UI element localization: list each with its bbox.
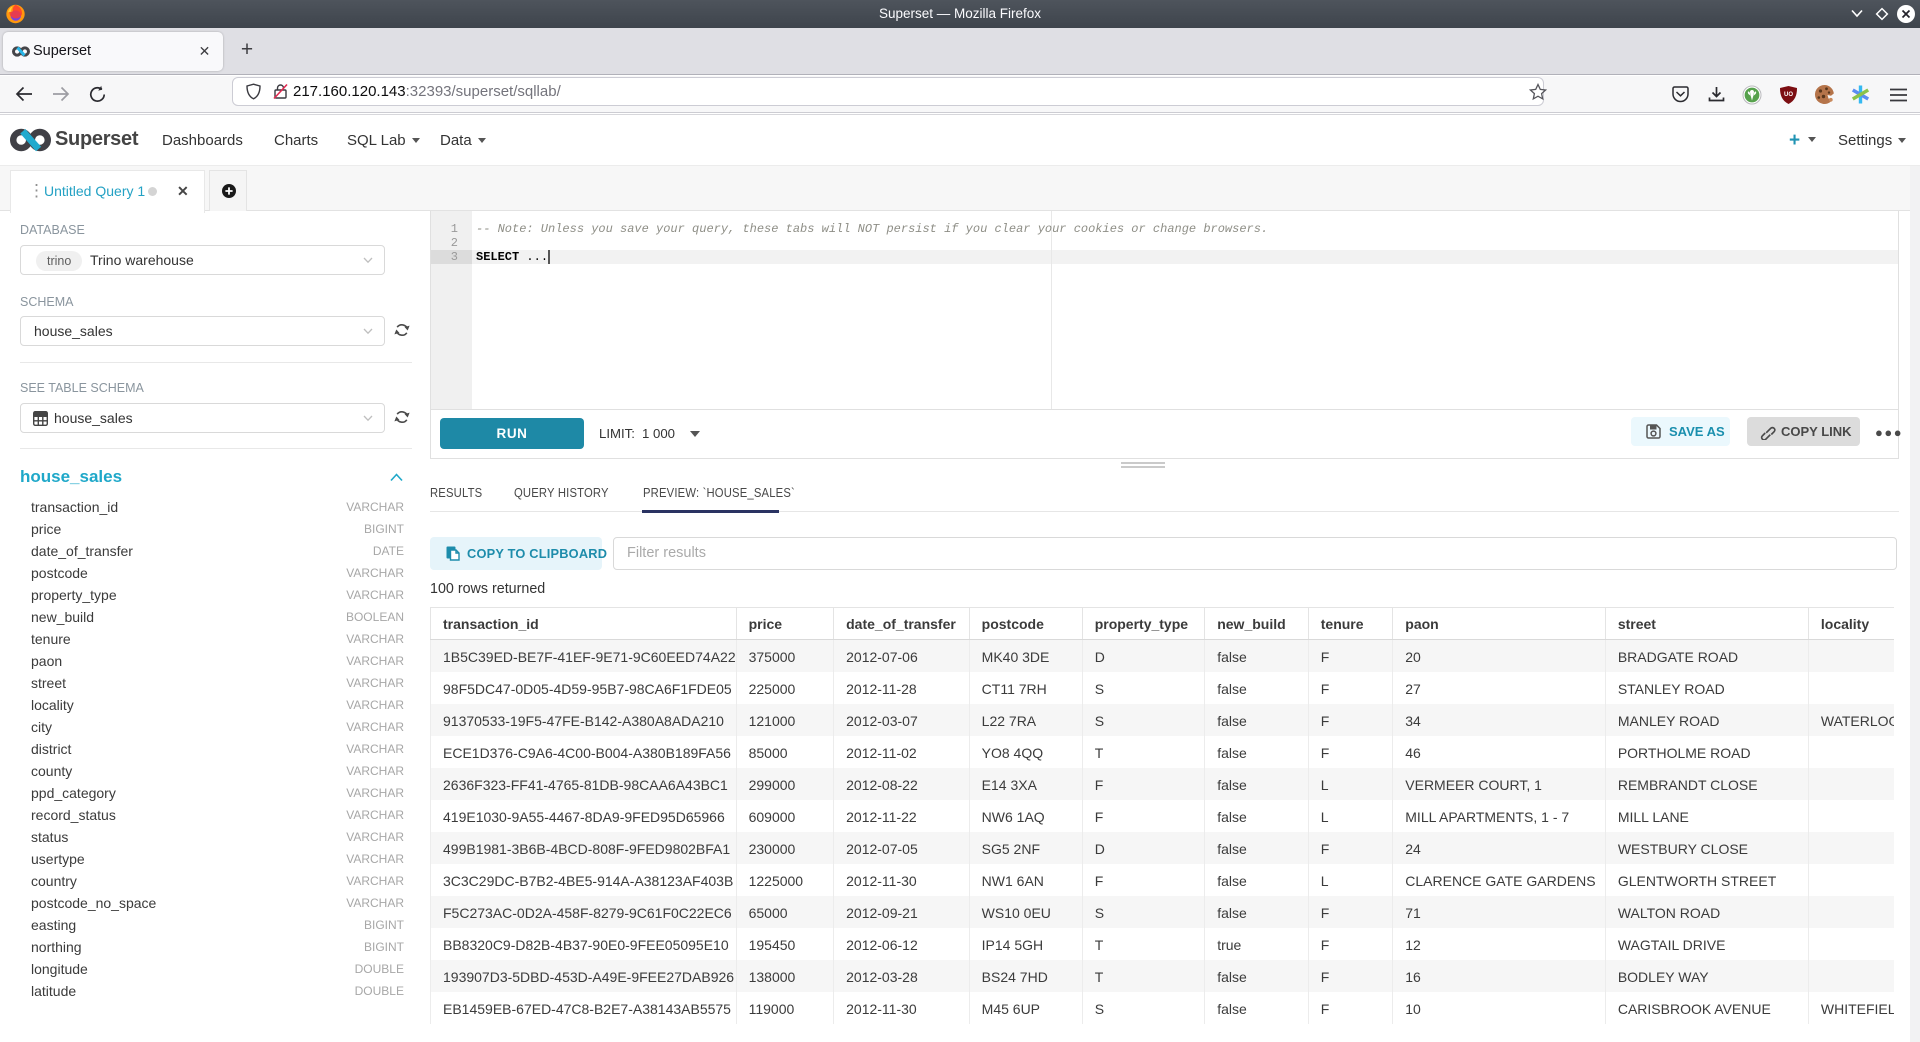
svg-text:UO: UO (1784, 92, 1793, 98)
